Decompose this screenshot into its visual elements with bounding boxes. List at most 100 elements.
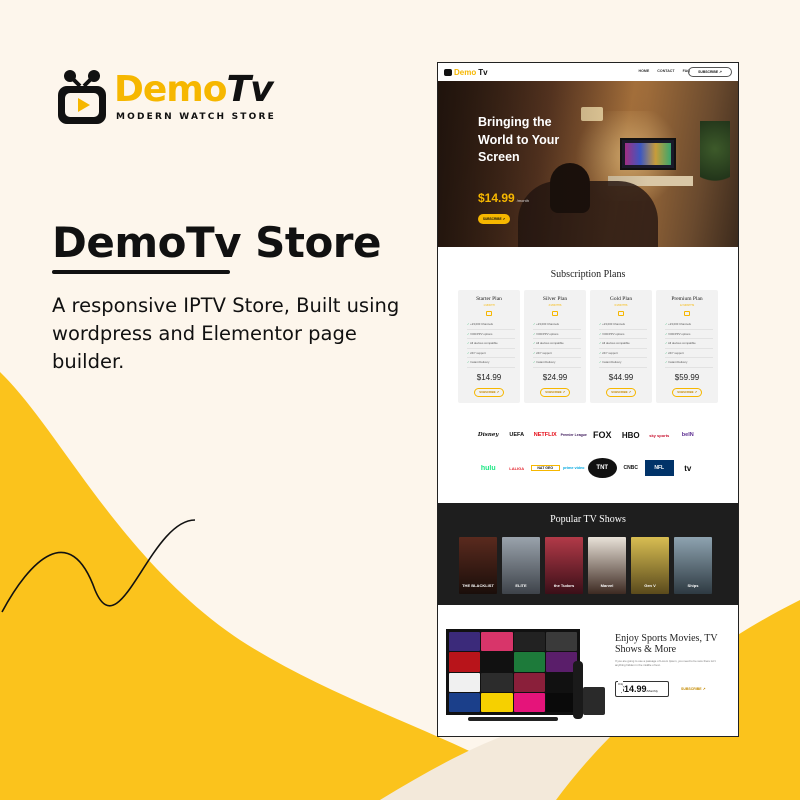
channel-logos: Disney UEFA NETFLIX Premier League FOX H… <box>438 430 738 478</box>
hero-price-value: $14.99 <box>478 191 515 205</box>
plan-feature: 24/7 support <box>599 349 647 358</box>
show-poster[interactable]: Ships <box>674 537 712 594</box>
promo-price: Only $14.99/Monthly <box>615 678 669 697</box>
show-poster[interactable]: ELITE <box>502 537 540 594</box>
plan-subscribe-button[interactable]: SUBSCRIBE ↗ <box>672 387 702 397</box>
plan-feature: All devices compatible <box>533 339 581 349</box>
plan-feature: Instant Delivery <box>599 358 647 368</box>
channel-logo-bein: beIN <box>681 432 694 438</box>
show-title: Ships <box>687 583 699 588</box>
plan-feature: +23,000 Channels <box>467 320 515 330</box>
show-poster[interactable]: THE BLACKLIST <box>459 537 497 594</box>
plan-card: Premium Plan 12 MONTHS +23,000 Channels … <box>656 290 718 403</box>
channel-logo-premier-league: Premier League <box>560 433 587 437</box>
plan-name: Starter Plan <box>476 296 502 302</box>
channel-logo-sky-sports: sky sports <box>649 432 670 438</box>
show-poster[interactable]: Gen V <box>631 537 669 594</box>
plan-duration: 12 MONTHS <box>679 304 695 307</box>
plan-feature: All devices compatible <box>599 339 647 349</box>
plan-feature: Instant Delivery <box>665 358 713 368</box>
promo-tv-stand <box>468 717 558 721</box>
nav-link-home[interactable]: HOME <box>639 69 650 73</box>
mockup-navbar: Demo Tv HOME CONTACT FAQ SUBSCRIBE ↗ <box>438 63 738 81</box>
plan-feature: Instant Delivery <box>533 358 581 368</box>
tv-icon <box>58 70 106 124</box>
promo-text: If you are going to use a passage of Lor… <box>615 659 716 667</box>
plan-card: Gold Plan 6 MONTHS +23,000 Channels VOD/… <box>590 290 652 403</box>
plan-subscribe-button[interactable]: SUBSCRIBE ↗ <box>606 387 636 397</box>
hero-price-suffix: /month <box>516 198 529 203</box>
promo-tv-image <box>446 629 580 715</box>
plan-feature: +23,000 Channels <box>665 320 713 330</box>
plan-subscribe-button[interactable]: SUBSCRIBE ↗ <box>474 387 504 397</box>
plan-card: Starter Plan 1 MONTH +23,000 Channels VO… <box>458 290 520 403</box>
channel-logo-hulu: hulu <box>480 464 496 472</box>
plan-feature: +23,000 Channels <box>533 320 581 330</box>
tv-icon <box>618 311 624 316</box>
plan-duration: 1 MONTH <box>483 304 495 307</box>
channel-logo-uefa: UEFA <box>509 432 525 438</box>
promo-section: Enjoy Sports Movies, TV Shows & More If … <box>438 605 738 736</box>
tv-icon <box>444 68 452 76</box>
plan-card: Silver Plan 3 MONTHS +23,000 Channels VO… <box>524 290 586 403</box>
show-poster[interactable]: Marvel <box>588 537 626 594</box>
shows-title: Popular TV Shows <box>550 514 626 525</box>
promo-price-label: Only <box>618 678 624 692</box>
plan-subscribe-button[interactable]: SUBSCRIBE ↗ <box>540 387 570 397</box>
channel-logo-natgeo: NAT GEO <box>531 465 560 471</box>
channel-logo-cnbc: CNBC <box>623 465 638 471</box>
channel-logo-laliga: LALIGA <box>509 465 525 471</box>
nav-subscribe-button[interactable]: SUBSCRIBE ↗ <box>688 67 732 77</box>
plan-features: +23,000 Channels VOD/PPV options All dev… <box>458 320 520 368</box>
show-title: Marvel <box>600 583 614 588</box>
hero-title: Bringing the World to Your Screen <box>478 115 560 164</box>
popular-shows-section: Popular TV Shows THE BLACKLIST ELITE the… <box>438 503 738 605</box>
hero-price: $14.99/month <box>478 191 529 205</box>
plan-price: $59.99 <box>674 372 700 382</box>
plan-feature: VOD/PPV options <box>665 330 713 339</box>
mockup-logo-demo: Demo <box>454 67 477 77</box>
promo-channel-grid <box>449 632 577 712</box>
promo-subscribe-link[interactable]: SUBSCRIBE ↗ <box>681 687 706 691</box>
plans-title: Subscription Plans <box>550 269 626 280</box>
shows-carousel: THE BLACKLIST ELITE the Tudors Marvel Ge… <box>438 537 738 594</box>
plan-features: +23,000 Channels VOD/PPV options All dev… <box>590 320 652 368</box>
hero-subscribe-button[interactable]: SUBSCRIBE ↗ <box>478 214 510 224</box>
plan-feature: VOD/PPV options <box>533 330 581 339</box>
plan-features: +23,000 Channels VOD/PPV options All dev… <box>656 320 718 368</box>
plan-name: Silver Plan <box>542 296 568 302</box>
plan-price: $24.99 <box>542 372 568 382</box>
plan-name: Gold Plan <box>609 296 633 302</box>
channel-logo-netflix: NETFLIX <box>533 432 557 438</box>
channel-logo-prime-video: prime video <box>563 466 585 470</box>
promo-price-suffix: /Monthly <box>646 689 658 693</box>
mockup-nav-links: HOME CONTACT FAQ <box>639 69 690 73</box>
mockup-logo-tv: Tv <box>478 67 488 77</box>
nav-link-contact[interactable]: CONTACT <box>657 69 674 73</box>
plan-price: $44.99 <box>608 372 634 382</box>
logo-word-tv: Tv <box>226 69 274 110</box>
hero-banner: Bringing the World to Your Screen $14.99… <box>438 81 738 247</box>
plan-feature: 24/7 support <box>467 349 515 358</box>
show-title: THE BLACKLIST <box>462 583 494 588</box>
page-title: DemoTv Store <box>52 218 382 267</box>
plan-feature: VOD/PPV options <box>599 330 647 339</box>
page-description: A responsive IPTV Store, Built using wor… <box>52 294 400 373</box>
brand-logo: DemoTv MODERN WATCH STORE <box>56 64 274 130</box>
title-underline <box>52 270 230 274</box>
channel-logo-hbo: HBO <box>621 430 640 440</box>
remote-icon <box>573 661 583 719</box>
plans-grid: Starter Plan 1 MONTH +23,000 Channels VO… <box>438 290 738 403</box>
channel-logo-disney: Disney <box>477 432 499 438</box>
show-title: the Tudors <box>553 583 575 588</box>
plan-name: Premium Plan <box>671 296 703 302</box>
channel-logo-fox: FOX <box>592 430 612 440</box>
mockup-logo[interactable]: Demo Tv <box>444 68 488 77</box>
streaming-device-icon <box>583 687 605 715</box>
tv-icon <box>552 311 558 316</box>
plan-feature: +23,000 Channels <box>599 320 647 330</box>
show-poster[interactable]: the Tudors <box>545 537 583 594</box>
show-title: Gen V <box>644 583 656 588</box>
plan-feature: Instant Delivery <box>467 358 515 368</box>
logo-wordmark: DemoTv <box>114 69 274 110</box>
